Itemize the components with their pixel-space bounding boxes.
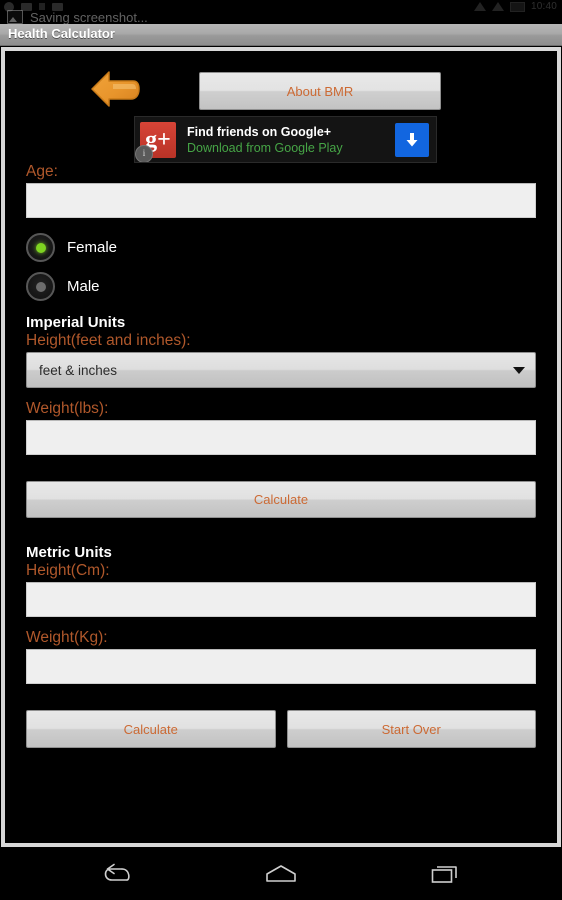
recents-nav-icon[interactable] bbox=[423, 854, 467, 894]
notification-saving-screenshot[interactable]: Saving screenshot... bbox=[0, 10, 148, 24]
metric-weight-label: Weight(Kg): bbox=[26, 629, 108, 646]
battery-icon bbox=[509, 1, 525, 12]
app-content: About BMR g+ i Find friends on Google+ D… bbox=[5, 51, 557, 843]
back-arrow-icon[interactable] bbox=[89, 69, 141, 109]
radio-male-icon[interactable] bbox=[26, 272, 55, 301]
notification-text: Saving screenshot... bbox=[30, 9, 148, 25]
app-window-frame: About BMR g+ i Find friends on Google+ D… bbox=[1, 47, 561, 847]
radio-female-icon[interactable] bbox=[26, 233, 55, 262]
ad-subline: Download from Google Play bbox=[187, 140, 343, 155]
radio-male-label: Male bbox=[67, 278, 100, 295]
health-calculator-form: Age: Female Male Imperial Units Height(f… bbox=[5, 163, 557, 748]
radio-female-label: Female bbox=[67, 239, 118, 256]
download-arrow-icon bbox=[406, 132, 418, 146]
wifi-icon bbox=[491, 2, 504, 11]
header-row: About BMR bbox=[5, 51, 557, 114]
imperial-height-label: Height(feet and inches): bbox=[26, 332, 191, 349]
status-bar[interactable]: 10:40 Saving screenshot... bbox=[0, 0, 562, 24]
age-input[interactable] bbox=[26, 183, 536, 218]
signal-icon bbox=[473, 2, 486, 11]
metric-calculate-button[interactable]: Calculate bbox=[26, 710, 276, 748]
metric-button-row: Calculate Start Over bbox=[26, 710, 536, 748]
metric-weight-input[interactable] bbox=[26, 649, 536, 684]
imperial-height-spinner[interactable]: feet & inches bbox=[26, 352, 536, 388]
ad-download-button[interactable] bbox=[395, 122, 429, 157]
imperial-calculate-button[interactable]: Calculate bbox=[26, 481, 536, 518]
back-nav-icon[interactable] bbox=[95, 854, 139, 894]
image-icon bbox=[7, 10, 23, 24]
imperial-units-heading: Imperial Units bbox=[26, 314, 126, 331]
ad-text-block: Find friends on Google+ Download from Go… bbox=[187, 125, 395, 155]
status-bar-clock: 10:40 bbox=[530, 1, 557, 12]
home-nav-icon[interactable] bbox=[259, 854, 303, 894]
age-label: Age: bbox=[26, 163, 58, 180]
metric-height-label: Height(Cm): bbox=[26, 562, 110, 579]
ad-headline: Find friends on Google+ bbox=[187, 124, 332, 139]
imperial-weight-label: Weight(lbs): bbox=[26, 400, 109, 417]
imperial-weight-input[interactable] bbox=[26, 420, 536, 455]
gender-option-male[interactable]: Male bbox=[5, 267, 557, 306]
gender-option-female[interactable]: Female bbox=[5, 228, 557, 267]
google-plus-icon: g+ i bbox=[135, 121, 176, 162]
ad-info-icon[interactable]: i bbox=[135, 144, 153, 162]
about-bmr-button[interactable]: About BMR bbox=[199, 72, 441, 110]
page-title: Health Calculator bbox=[8, 26, 115, 41]
status-bar-right-icons: 10:40 bbox=[473, 1, 557, 12]
metric-units-heading: Metric Units bbox=[26, 544, 112, 561]
chevron-down-icon bbox=[513, 366, 525, 374]
app-title-bar: Health Calculator bbox=[0, 24, 562, 46]
google-plus-ad-banner[interactable]: g+ i Find friends on Google+ Download fr… bbox=[134, 116, 437, 163]
android-nav-bar bbox=[0, 847, 562, 900]
android-screen: 10:40 Saving screenshot... Health Calcul… bbox=[0, 0, 562, 900]
metric-height-input[interactable] bbox=[26, 582, 536, 617]
imperial-height-spinner-value: feet & inches bbox=[39, 362, 118, 378]
start-over-button[interactable]: Start Over bbox=[286, 710, 536, 748]
